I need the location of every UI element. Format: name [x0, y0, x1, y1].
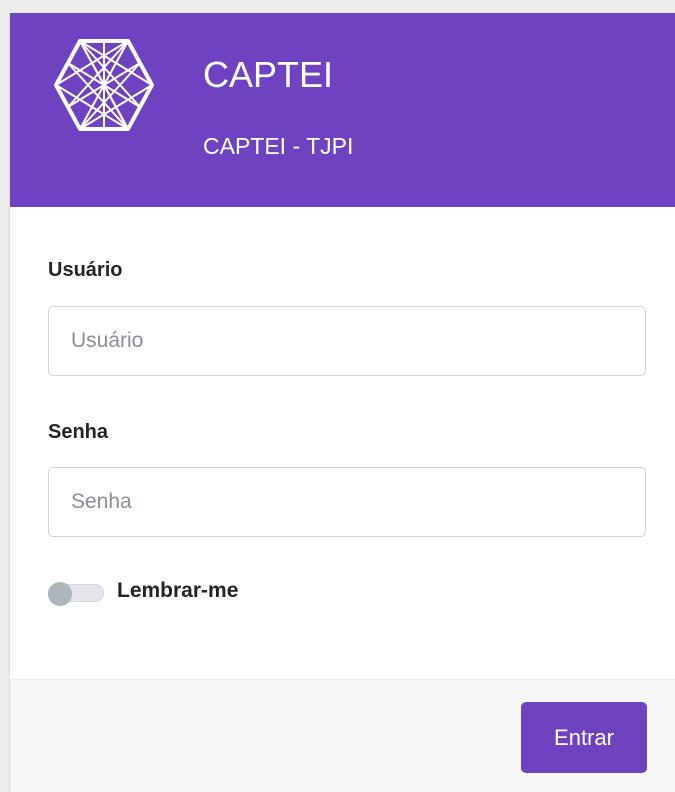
remember-me-toggle[interactable] — [48, 582, 104, 606]
login-card: CAPTEI CAPTEI - TJPI Usuário Senha Lembr… — [9, 13, 675, 792]
app-subtitle: CAPTEI - TJPI — [203, 133, 354, 159]
username-input[interactable] — [48, 306, 646, 376]
remember-me-label[interactable]: Lembrar-me — [117, 579, 238, 603]
app-title: CAPTEI — [203, 54, 334, 95]
login-button[interactable]: Entrar — [521, 702, 647, 773]
username-label: Usuário — [48, 259, 123, 281]
password-input[interactable] — [48, 467, 646, 537]
hexagon-network-logo-icon — [54, 39, 154, 131]
card-header: CAPTEI CAPTEI - TJPI — [10, 13, 675, 207]
password-label: Senha — [48, 421, 109, 443]
toggle-knob — [48, 582, 72, 606]
